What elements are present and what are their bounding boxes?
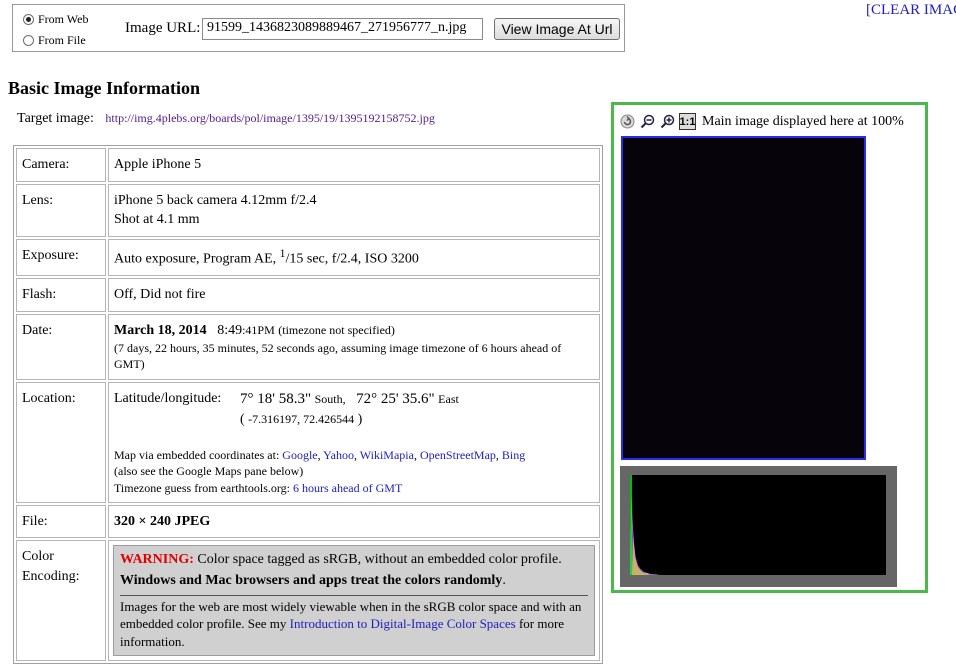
radio-from-file-row[interactable]: From File bbox=[23, 33, 86, 48]
table-row: Lens: iPhone 5 back camera 4.12mm f/2.4 … bbox=[16, 183, 600, 237]
histogram bbox=[630, 475, 886, 575]
image-url-label: Image URL: bbox=[125, 20, 201, 36]
exposure-rest: 15 sec, f/2.4, ISO 3200 bbox=[289, 251, 419, 267]
target-image-row: Target image: http://img.4plebs.org/boar… bbox=[17, 111, 435, 127]
color-warning-box: WARNING: Color space tagged as sRGB, wit… bbox=[113, 545, 595, 656]
image-url-value: 91599_1436823089889467_271956777_n.jpg bbox=[207, 20, 467, 35]
map-link-wikimapia[interactable]: WikiMapia bbox=[360, 448, 414, 462]
map-link-google[interactable]: Google bbox=[282, 448, 317, 462]
longitude-value: 72° 25' 35.6" bbox=[356, 390, 435, 407]
maps-note: (also see the Google Maps pane below) bbox=[114, 464, 304, 479]
radio-from-web-row[interactable]: From Web bbox=[23, 12, 88, 27]
radio-from-file[interactable] bbox=[23, 35, 34, 46]
date-cell: March 18, 2014 8:49:41PM (timezone not s… bbox=[108, 313, 600, 380]
flash-value: Off, Did not fire bbox=[108, 278, 600, 312]
warning-label: WARNING: bbox=[120, 552, 194, 568]
color-info: Images for the web are most widely viewa… bbox=[120, 598, 588, 651]
image-info-table: Camera: Apple iPhone 5 Lens: iPhone 5 ba… bbox=[13, 145, 603, 664]
zoom-in-icon[interactable] bbox=[659, 113, 676, 130]
latitude-direction: South, bbox=[314, 391, 346, 406]
file-value: 320 × 240 JPEG bbox=[108, 504, 600, 539]
color-spaces-link[interactable]: Introduction to Digital-Image Color Spac… bbox=[290, 616, 516, 631]
lens-cell: iPhone 5 back camera 4.12mm f/2.4 Shot a… bbox=[108, 183, 600, 237]
lens-shot: Shot at 4.1 mm bbox=[114, 212, 200, 228]
table-row: Flash: Off, Did not fire bbox=[16, 278, 600, 312]
table-row: Camera: Apple iPhone 5 bbox=[16, 148, 600, 182]
timezone-link[interactable]: 6 hours ahead of GMT bbox=[293, 481, 402, 495]
map-link-openstreetmap[interactable]: OpenStreetMap bbox=[420, 448, 496, 462]
timezone-intro: Timezone guess from earthtools.org: bbox=[114, 480, 290, 495]
timezone-guess-row: Timezone guess from earthtools.org: 6 ho… bbox=[114, 480, 594, 496]
zoom-out-icon[interactable] bbox=[639, 113, 656, 130]
camera-value: Apple iPhone 5 bbox=[108, 148, 600, 182]
main-image bbox=[621, 136, 866, 460]
image-toolbar: 1:1 Main image displayed here at 100% bbox=[619, 113, 904, 130]
date-timezone-note: (timezone not specified) bbox=[278, 322, 395, 337]
longitude-direction: East bbox=[438, 391, 459, 406]
image-url-input[interactable]: 91599_1436823089889467_271956777_n.jpg bbox=[202, 18, 483, 40]
exposure-numerator: 1 bbox=[279, 246, 286, 260]
latlon-label: Latitude/longitude: bbox=[114, 390, 222, 406]
table-row: Date: March 18, 2014 8:49:41PM (timezone… bbox=[16, 313, 600, 380]
date-day: March 18, 2014 bbox=[114, 322, 207, 338]
lens-label: Lens: bbox=[16, 183, 106, 237]
warning-divider bbox=[120, 594, 588, 596]
lens-value: iPhone 5 back camera 4.12mm f/2.4 bbox=[114, 192, 317, 208]
image-panel: 1:1 Main image displayed here at 100% bbox=[611, 102, 928, 593]
exposure-cell: Auto exposure, Program AE, 1/15 sec, f/2… bbox=[108, 238, 600, 277]
actual-size-icon[interactable]: 1:1 bbox=[679, 113, 696, 130]
target-image-link[interactable]: http://img.4plebs.org/boards/pol/image/1… bbox=[105, 111, 434, 125]
date-time-rest: :41PM bbox=[242, 322, 275, 337]
flash-label: Flash: bbox=[16, 278, 106, 312]
date-label: Date: bbox=[16, 313, 106, 380]
map-intro: Map via embedded coordinates at: bbox=[114, 448, 280, 463]
url-form: From Web From File Image URL: 91599_1436… bbox=[12, 4, 625, 52]
location-cell: Latitude/longitude: 7° 18' 58.3" South, … bbox=[108, 381, 600, 503]
table-row: Color Encoding: WARNING: Color space tag… bbox=[16, 540, 600, 661]
histogram-frame bbox=[620, 466, 897, 587]
map-links-row: Map via embedded coordinates at: Google,… bbox=[114, 448, 526, 463]
latitude-value: 7° 18' 58.3" bbox=[240, 390, 312, 407]
exposure-prefix: Auto exposure, Program AE, bbox=[114, 251, 277, 267]
rotate-icon[interactable] bbox=[619, 113, 636, 130]
warning-bold: Windows and Mac browsers and apps treat … bbox=[120, 572, 503, 588]
target-image-label: Target image: bbox=[17, 111, 94, 126]
color-encoding-label: Color Encoding: bbox=[16, 540, 106, 661]
exposure-label: Exposure: bbox=[16, 238, 106, 277]
file-label: File: bbox=[16, 504, 106, 539]
section-heading: Basic Image Information bbox=[8, 78, 200, 98]
clear-image-link[interactable]: [CLEAR IMAG bbox=[866, 2, 956, 19]
view-image-button[interactable]: View Image At Url bbox=[494, 18, 620, 40]
map-link-bing[interactable]: Bing bbox=[502, 448, 525, 462]
warning-end: . bbox=[502, 572, 506, 588]
table-row: File: 320 × 240 JPEG bbox=[16, 504, 600, 539]
color-encoding-cell: WARNING: Color space tagged as sRGB, wit… bbox=[108, 540, 600, 661]
camera-label: Camera: bbox=[16, 148, 106, 182]
map-link-yahoo[interactable]: Yahoo bbox=[323, 448, 354, 462]
radio-from-web-label[interactable]: From Web bbox=[38, 12, 88, 27]
radio-from-file-label[interactable]: From File bbox=[38, 33, 86, 48]
date-ago: (7 days, 22 hours, 35 minutes, 52 second… bbox=[114, 341, 562, 372]
warning-text: Color space tagged as sRGB, without an e… bbox=[197, 552, 562, 568]
table-row: Location: Latitude/longitude: 7° 18' 58.… bbox=[16, 381, 600, 503]
location-label: Location: bbox=[16, 381, 106, 503]
date-time-main: 8:49 bbox=[217, 322, 243, 338]
radio-from-web[interactable] bbox=[23, 14, 34, 25]
table-row: Exposure: Auto exposure, Program AE, 1/1… bbox=[16, 238, 600, 277]
decimal-coordinates: -7.316197, 72.426544 bbox=[248, 411, 355, 426]
image-caption: Main image displayed here at 100% bbox=[702, 113, 904, 129]
